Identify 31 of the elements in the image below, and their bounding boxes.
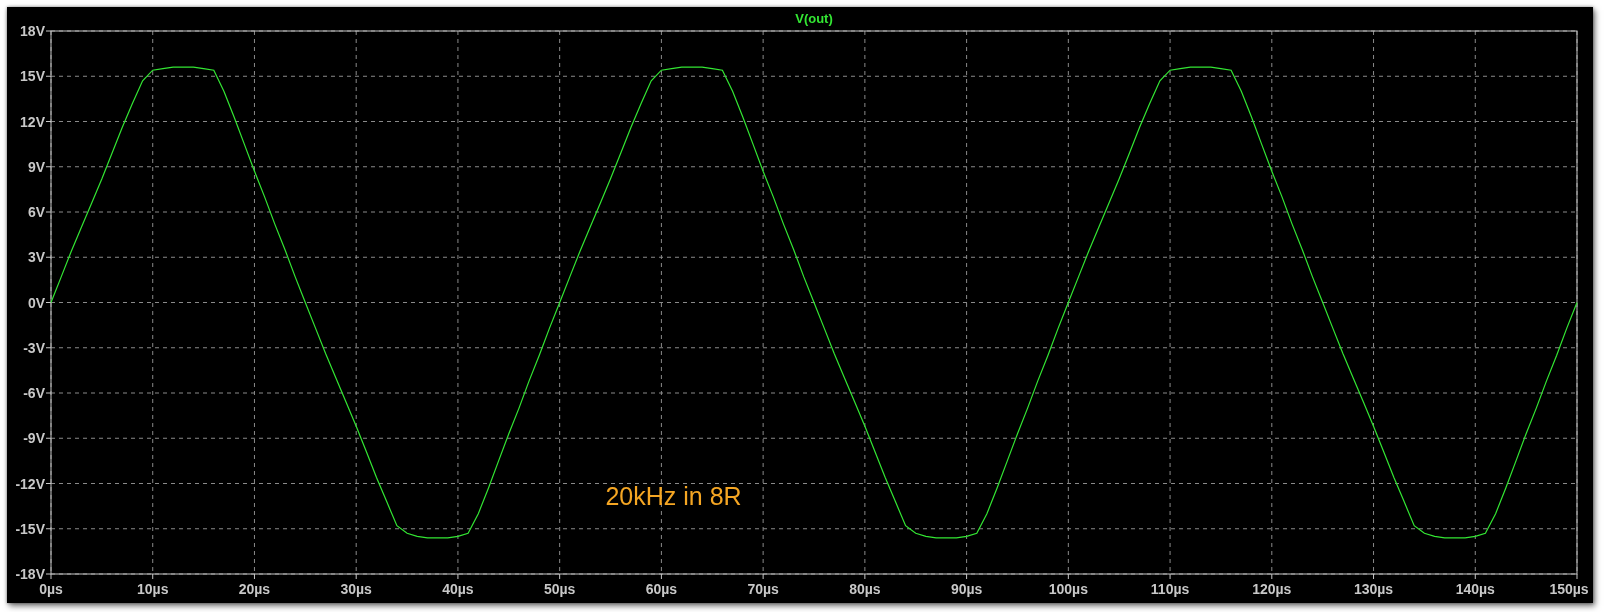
trace-name: V(out) (795, 11, 833, 26)
y-axis-label: 6V (27, 204, 45, 220)
x-axis-label: 130µs (1353, 581, 1394, 597)
y-axis-label: 12V (20, 113, 45, 130)
y-axis-label: -6V (23, 385, 45, 401)
y-axis-label: -9V (23, 430, 45, 447)
annotation-text: 20kHz in 8R (605, 481, 742, 510)
x-axis-label: 40µs (442, 581, 474, 597)
y-axis-label: -15V (15, 520, 45, 537)
x-axis-label: 0µs (39, 581, 63, 597)
x-axis-label: 100µs (1048, 581, 1088, 597)
y-axis-label: 15V (20, 68, 45, 85)
x-axis-label: 150µs (1549, 581, 1589, 597)
y-axis-label: -3V (23, 339, 45, 356)
x-axis-label: 20µs (238, 581, 271, 597)
y-axis-label: -12V (15, 475, 45, 492)
x-axis-label: 50µs (543, 581, 576, 597)
x-axis-label: 70µs (747, 581, 779, 597)
x-axis-label: 140µs (1455, 581, 1495, 597)
y-axis-label: 0V (27, 294, 45, 311)
x-axis-label: 110µs (1150, 581, 1190, 597)
y-axis-label: 3V (27, 249, 45, 266)
x-axis-label: 120µs (1252, 581, 1292, 597)
x-axis-label: 60µs (645, 581, 678, 597)
y-axis-label: 18V (20, 23, 45, 39)
y-axis-label: 9V (27, 158, 45, 175)
x-axis-label: 80µs (849, 581, 881, 597)
x-axis-label: 90µs (950, 581, 983, 597)
y-axis-label: -18V (15, 566, 45, 582)
x-axis-label: 30µs (340, 581, 372, 597)
x-axis-label: 10µs (137, 581, 169, 597)
